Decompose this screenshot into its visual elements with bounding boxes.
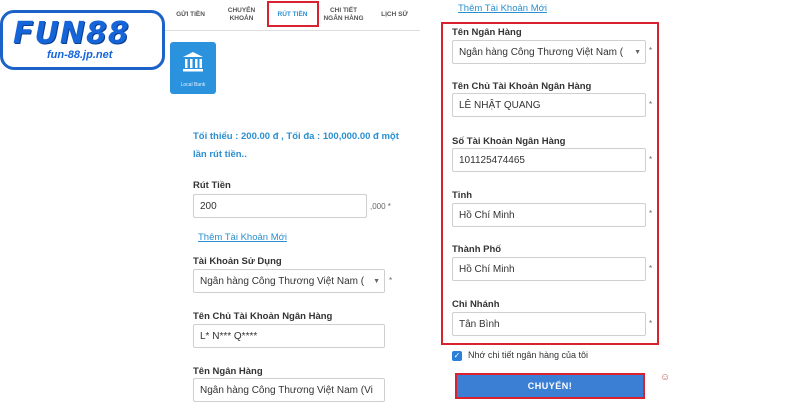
required-mark: * (649, 319, 653, 328)
province-label: Tỉnh (452, 190, 473, 201)
local-bank-tile[interactable]: Local Bank (170, 42, 216, 94)
bank-name-input-left[interactable]: Ngân hàng Công Thương Việt Nam (Vi (193, 378, 385, 402)
holder-name-input[interactable]: LÊ NHẬT QUANG (452, 93, 646, 117)
holder-name-label: Tên Chủ Tài Khoản Ngân Hàng (452, 81, 592, 92)
chat-widget-icon[interactable]: ☺ (660, 372, 670, 384)
withdraw-amount-suffix: ,000 * (370, 202, 391, 211)
add-account-link-right[interactable]: Thêm Tài Khoản Mới (458, 3, 547, 14)
remember-details-label: Nhớ chi tiết ngân hàng của tôi (468, 350, 588, 360)
required-mark: * (389, 276, 393, 285)
tab-withdraw-highlight (267, 1, 319, 27)
branch-label: Chi Nhánh (452, 299, 500, 310)
required-mark: * (649, 209, 653, 218)
required-mark: * (649, 100, 653, 109)
bank-details-highlight (441, 22, 659, 345)
branch-input[interactable]: Tân Bình (452, 312, 646, 336)
account-used-value: Ngân hàng Công Thương Việt Nam ( (200, 275, 365, 287)
add-account-link-left[interactable]: Thêm Tài Khoản Mới (198, 232, 287, 243)
chevron-down-icon: ▼ (373, 277, 380, 285)
city-input[interactable]: Hồ Chí Minh (452, 257, 646, 281)
bank-name-label: Tên Ngân Hàng (452, 27, 522, 38)
withdraw-amount-input[interactable]: 200 (193, 194, 367, 218)
required-mark: * (649, 155, 653, 164)
holder-name-label-left: Tên Chủ Tài Khoản Ngân Hàng (193, 311, 333, 322)
logo-domain: fun-88.jp.net (47, 49, 113, 61)
submit-transfer-button[interactable]: CHUYỂN! (455, 373, 645, 399)
logo-wordmark: FUN88 (13, 16, 130, 51)
bank-name-value: Ngân hàng Công Thương Việt Nam ( (459, 46, 624, 58)
bank-name-label-left: Tên Ngân Hàng (193, 366, 263, 377)
account-number-label: Số Tài Khoản Ngân Hàng (452, 136, 566, 147)
required-mark: * (649, 46, 653, 55)
remember-details-checkbox[interactable]: ✓ (452, 351, 462, 361)
tab-history[interactable]: LỊCH SỬ (369, 0, 420, 30)
tab-deposit[interactable]: GỬI TIỀN (165, 0, 216, 30)
bank-tile-caption: Local Bank (180, 82, 206, 88)
account-number-input[interactable]: 101125474465 (452, 148, 646, 172)
required-mark: * (649, 264, 653, 273)
chevron-down-icon: ▼ (634, 48, 641, 56)
city-label: Thành Phố (452, 244, 502, 255)
account-used-select[interactable]: Ngân hàng Công Thương Việt Nam ( ▼ (193, 269, 385, 293)
withdraw-limit-info: Tối thiểu : 200.00 đ , Tối đa : 100,000.… (193, 131, 399, 160)
bank-name-select[interactable]: Ngân hàng Công Thương Việt Nam ( ▼ (452, 40, 646, 64)
province-input[interactable]: Hồ Chí Minh (452, 203, 646, 227)
fun88-logo: FUN88 fun-88.jp.net (0, 10, 165, 70)
withdraw-amount-label: Rút Tiền (193, 180, 231, 191)
check-icon: ✓ (453, 351, 461, 360)
bank-building-icon (183, 52, 203, 72)
tab-transfer[interactable]: CHUYỂN KHOẢN (216, 0, 267, 30)
account-used-label: Tài Khoản Sử Dụng (193, 256, 282, 267)
tab-bank-details[interactable]: CHI TIẾT NGÂN HÀNG (318, 0, 369, 30)
holder-name-input-left[interactable]: L* N*** Q**** (193, 324, 385, 348)
